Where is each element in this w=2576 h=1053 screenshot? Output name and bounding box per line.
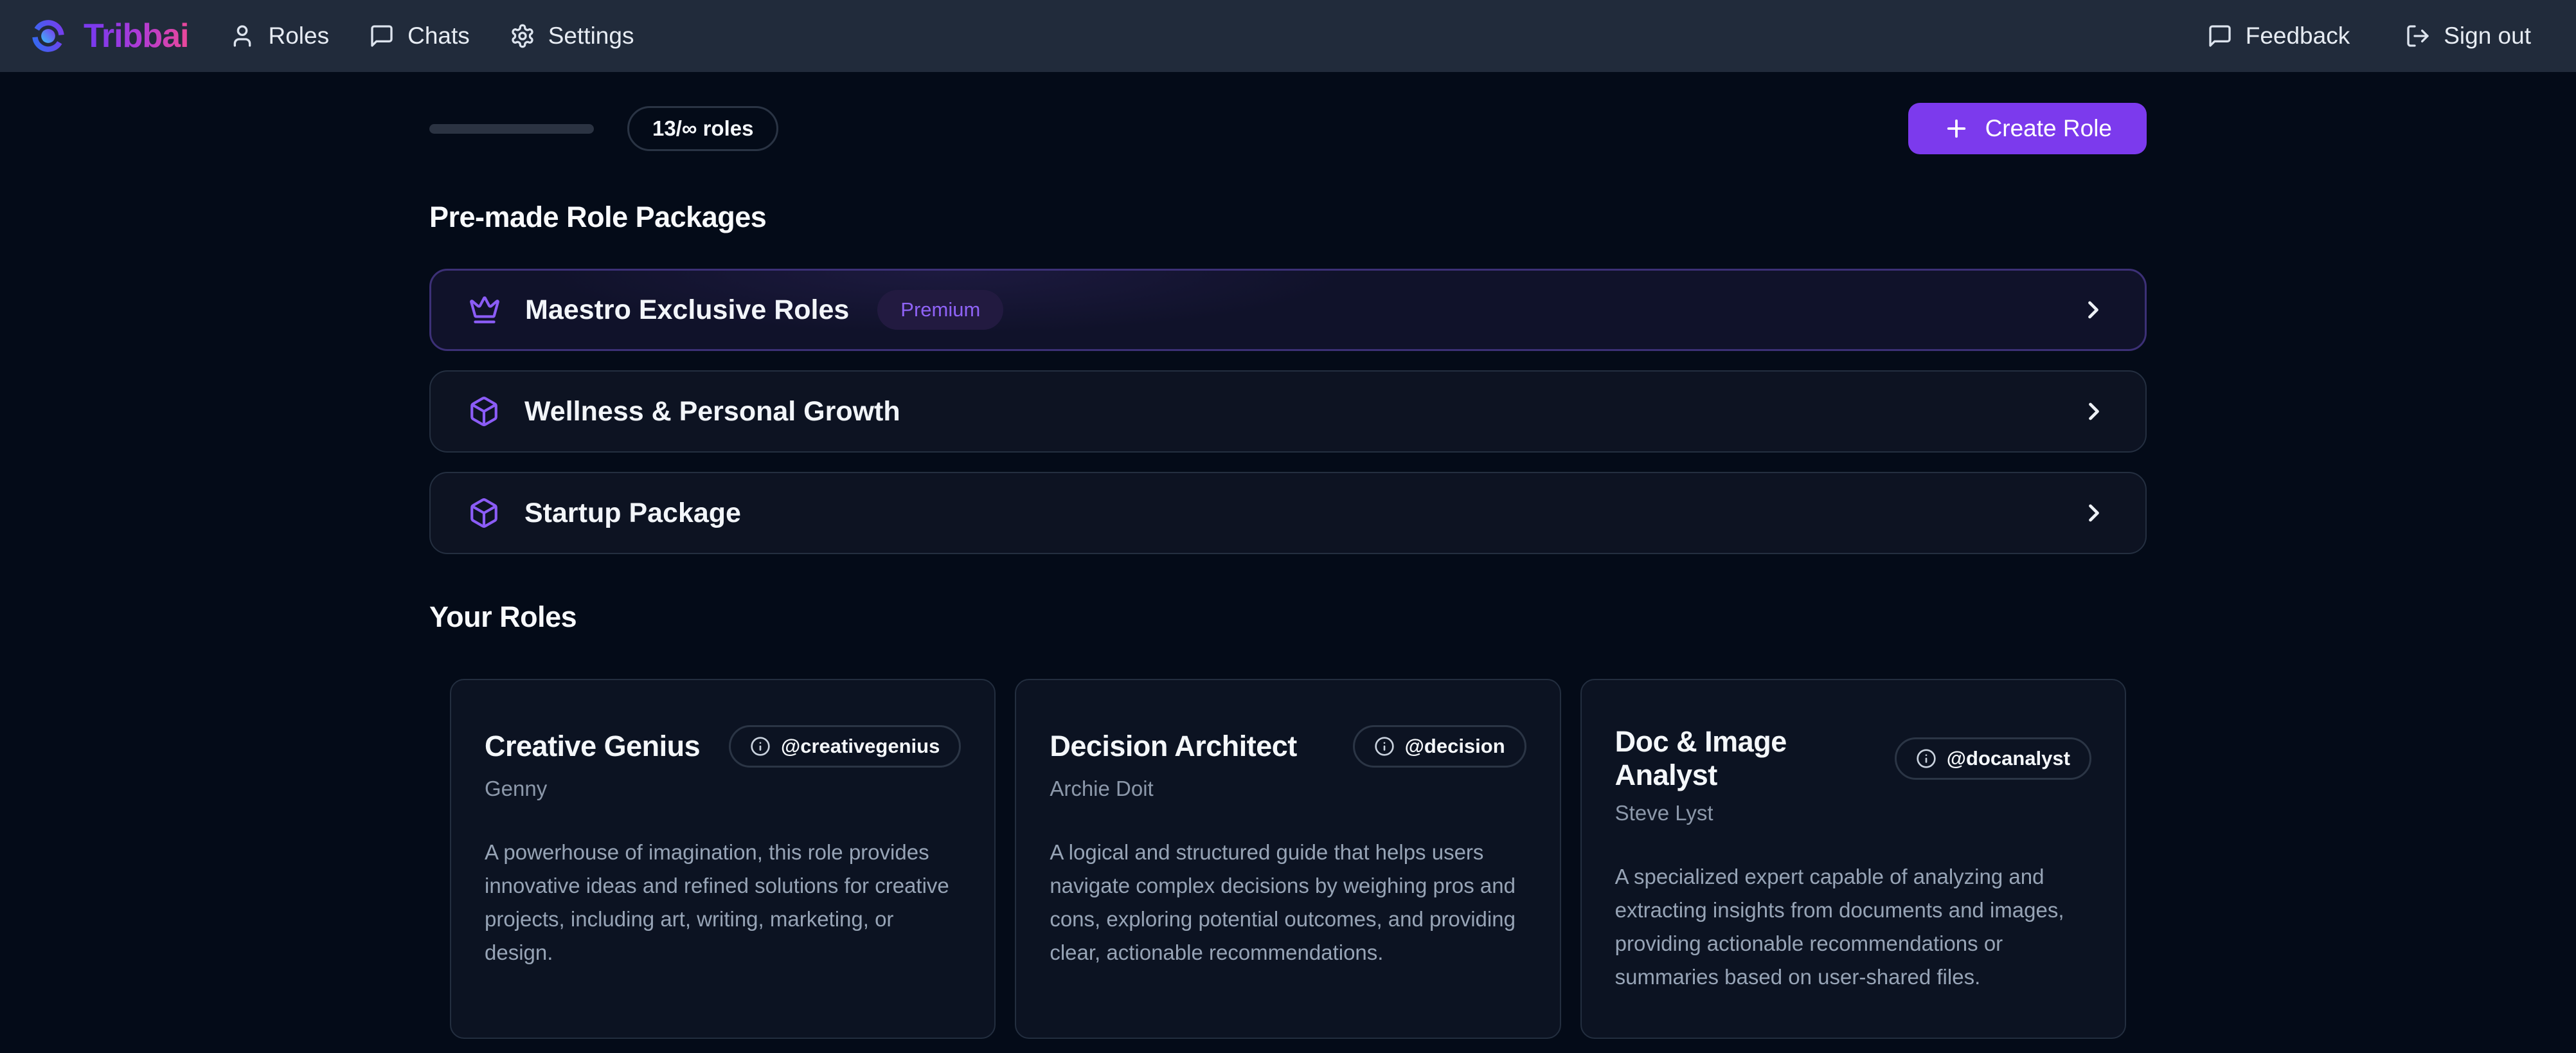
chevron-right-icon: [2080, 397, 2108, 426]
nav-chats[interactable]: Chats: [369, 22, 470, 50]
role-card-description: A logical and structured guide that help…: [1050, 836, 1526, 969]
create-role-button[interactable]: Create Role: [1908, 103, 2147, 154]
role-handle: @decision: [1405, 735, 1505, 758]
nav-settings[interactable]: Settings: [510, 22, 634, 50]
nav-chats-label: Chats: [407, 22, 470, 50]
brand[interactable]: Tribbai: [30, 17, 188, 55]
role-card-subtitle: Archie Doit: [1050, 777, 1526, 801]
feedback-button[interactable]: Feedback: [2207, 22, 2350, 50]
role-handle: @creativegenius: [781, 735, 940, 758]
role-handle-badge[interactable]: @creativegenius: [729, 725, 961, 768]
role-card-title: Creative Genius: [485, 730, 700, 763]
gear-icon: [510, 23, 535, 49]
roles-progress-bar: [429, 124, 594, 134]
feedback-label: Feedback: [2246, 22, 2350, 50]
section-title-packages: Pre-made Role Packages: [429, 201, 2147, 234]
plus-icon: [1943, 115, 1970, 142]
role-card-subtitle: Genny: [485, 777, 961, 801]
role-card-decision-architect[interactable]: Decision Architect @decision Archie Doit…: [1015, 679, 1561, 1039]
logout-icon: [2405, 23, 2431, 49]
package-row-wellness[interactable]: Wellness & Personal Growth: [429, 370, 2147, 453]
message-icon: [369, 23, 395, 49]
nav-settings-label: Settings: [548, 22, 634, 50]
role-card-title: Decision Architect: [1050, 730, 1296, 763]
app-logo-icon: [30, 17, 67, 55]
roles-toolbar: 13/∞ roles Create Role: [429, 103, 2147, 154]
info-icon: [1916, 748, 1936, 769]
message-icon: [2207, 23, 2233, 49]
roles-count-badge: 13/∞ roles: [627, 106, 778, 151]
role-card-title: Doc & Image Analyst: [1615, 725, 1895, 792]
chevron-right-icon: [2079, 296, 2107, 324]
crown-icon: [469, 294, 501, 326]
roles-page: 13/∞ roles Create Role Pre-made Role Pac…: [429, 103, 2147, 1053]
role-handle-badge[interactable]: @docanalyst: [1895, 737, 2091, 780]
brand-name: Tribbai: [84, 17, 188, 55]
package-row-maestro[interactable]: Maestro Exclusive Roles Premium: [429, 269, 2147, 351]
package-icon: [468, 497, 500, 529]
nav-roles[interactable]: Roles: [229, 22, 329, 50]
info-icon: [750, 736, 771, 757]
package-row-startup[interactable]: Startup Package: [429, 472, 2147, 554]
premium-badge: Premium: [877, 290, 1003, 330]
sign-out-label: Sign out: [2444, 22, 2531, 50]
user-icon: [229, 23, 255, 49]
package-title: Wellness & Personal Growth: [524, 396, 900, 428]
section-title-your-roles: Your Roles: [429, 600, 2147, 634]
chevron-right-icon: [2080, 499, 2108, 527]
role-card-description: A powerhouse of imagination, this role p…: [485, 836, 961, 969]
package-title: Maestro Exclusive Roles: [525, 294, 849, 326]
role-cards-grid: Creative Genius @creativegenius Genny A …: [429, 679, 2147, 1039]
nav-roles-label: Roles: [268, 22, 329, 50]
role-handle: @docanalyst: [1947, 747, 2070, 770]
create-role-label: Create Role: [1985, 115, 2112, 142]
role-card-doc-image-analyst[interactable]: Doc & Image Analyst @docanalyst Steve Ly…: [1580, 679, 2126, 1039]
sign-out-button[interactable]: Sign out: [2405, 22, 2531, 50]
role-card-creative-genius[interactable]: Creative Genius @creativegenius Genny A …: [450, 679, 996, 1039]
package-title: Startup Package: [524, 498, 741, 529]
package-icon: [468, 395, 500, 428]
header-actions: Feedback Sign out: [2207, 22, 2531, 50]
role-card-description: A specialized expert capable of analyzin…: [1615, 860, 2091, 994]
main-nav: Roles Chats Settings: [229, 22, 634, 50]
role-handle-badge[interactable]: @decision: [1353, 725, 1526, 768]
app-header: Tribbai Roles Chats Settings: [0, 0, 2576, 72]
role-card-subtitle: Steve Lyst: [1615, 801, 2091, 825]
info-icon: [1374, 736, 1395, 757]
